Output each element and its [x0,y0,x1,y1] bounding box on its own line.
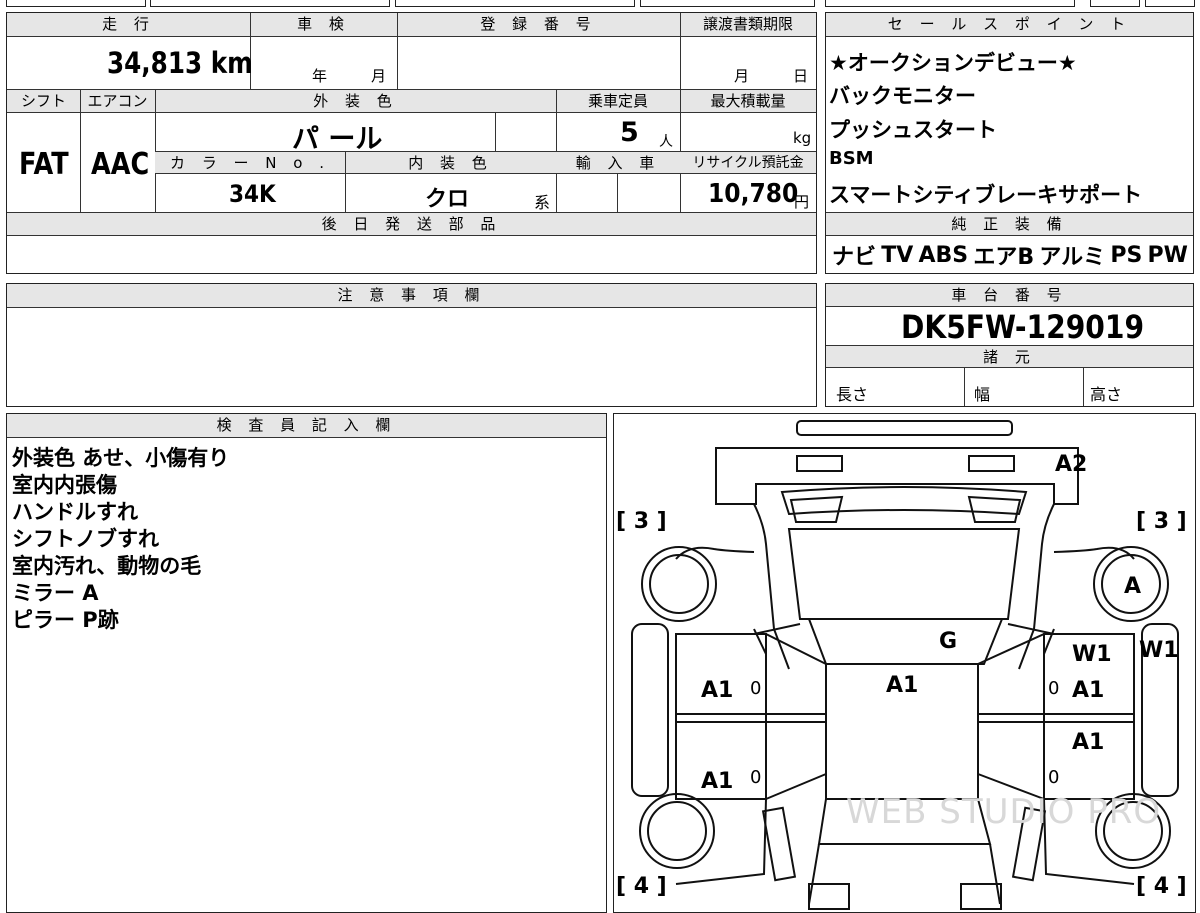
damage-mark-right-front-door: A1 [1072,678,1105,703]
damage-mark-roof: A1 [886,673,919,698]
damage-mark-front-bumper: A2 [1055,452,1088,477]
max-load-unit: kg [793,129,812,147]
damage-mark-right-front-door-upper: W1 [1072,642,1112,667]
max-load-header: 最大積載量 [680,90,816,113]
tire-tread-rear-right: [ 4 ] [1136,874,1187,899]
capacity-header: 乗車定員 [556,90,680,113]
equipment-item: ABS [918,242,969,268]
equipment-item: TV [881,242,914,268]
mileage-header: 走 行 [7,13,250,37]
caution-header: 注 意 事 項 欄 [7,284,816,308]
chassis-panel: 車 台 番 号 DK5FW-129019 諸 元 長さ 幅 高さ [825,283,1194,407]
shift-value: FAT [19,147,69,182]
inspector-notes-panel: 検 査 員 記 入 欄 外装色 あせ、小傷有り 室内内張傷 ハンドルすれ シフト… [6,413,607,913]
sales-point-item: スマートシティブレーキサポート [829,183,1143,207]
spec-length-label: 長さ [836,385,869,404]
shift-header: シフト [7,90,80,113]
inspector-note: シフトノブすれ [12,527,159,551]
sales-points-header: セ ー ル ス ポ イ ン ト [826,13,1193,37]
damage-mark-left-rear-door: A1 [701,769,734,794]
damage-mark-right-mirror: A [1124,574,1142,599]
zero-mark: 0 [750,767,762,788]
capacity-unit: 人 [659,134,673,150]
ac-header: エアコン [80,90,155,113]
import-header: 輸 入 車 [556,152,680,174]
inspector-note: ミラー A [12,581,99,605]
sales-point-item: BSM [829,148,874,169]
inspection-year-label: 年 [312,67,328,85]
inspector-header: 検 査 員 記 入 欄 [7,414,606,438]
tire-tread-rear-left: [ 4 ] [616,874,667,899]
recycle-value: 10,780 [708,179,799,209]
inspector-note: ハンドルすれ [12,500,138,524]
exterior-color-header: 外 装 色 [155,90,556,113]
caution-panel: 注 意 事 項 欄 [6,283,817,407]
inspection-month-label: 月 [371,67,387,85]
inspector-note: 室内汚れ、動物の毛 [12,554,202,578]
transfer-deadline-header: 譲渡書類期限 [680,13,816,37]
capacity-value: 5 [620,117,639,148]
recycle-header: リサイクル預託金 [680,152,816,174]
genuine-equipment-header: 純 正 装 備 [826,213,1193,236]
damage-mark-windshield: G [939,629,958,654]
interior-color-header: 内 装 色 [345,152,556,174]
equipment-item: ナビ [832,245,877,270]
color-no-value: 34K [229,180,276,208]
damage-mark-right-side-edge: W1 [1139,638,1179,663]
transfer-day-label: 日 [793,67,809,85]
watermark: WEB STUDIO PRO [846,792,1162,832]
recycle-unit: 円 [794,193,810,211]
equipment-item: エアB [973,245,1035,270]
chassis-number: DK5FW-129019 [901,308,1145,346]
color-no-header: カ ラ ー N o . [155,152,345,174]
ac-value: AAC [91,147,150,182]
car-diagram-panel: [ 3 ] [ 3 ] [ 4 ] [ 4 ] A2 A G W1 W1 A1 … [613,413,1196,913]
equipment-item: アルミ [1039,245,1106,270]
tire-tread-front-right: [ 3 ] [1136,509,1187,534]
specs-header: 諸 元 [826,346,1193,368]
equipment-item: PW [1147,242,1188,268]
later-parts-header: 後 日 発 送 部 品 [7,213,816,236]
sales-point-item: ★オークションデビュー★ [829,51,1077,75]
spec-width-label: 幅 [974,385,991,404]
interior-color-value: クロ [425,187,470,212]
mileage-value: 34,813 km [107,46,253,80]
transfer-month-label: 月 [734,67,750,85]
genuine-equipment-list: ナビ TV ABS エアB アルミ PS PW [832,238,1188,272]
tire-tread-front-left: [ 3 ] [616,509,667,534]
interior-color-suffix: 系 [534,193,551,212]
sales-point-item: バックモニター [829,84,976,108]
inspector-note: 室内内張傷 [12,473,117,497]
sales-points-panel: セ ー ル ス ポ イ ン ト ★オークションデビュー★ バックモニター プッシ… [825,12,1194,274]
zero-mark: 0 [750,678,762,699]
zero-mark: 0 [1048,767,1060,788]
damage-mark-right-rear-door: A1 [1072,730,1105,755]
vehicle-info-table: 走 行 車 検 登 録 番 号 譲渡書類期限 34,813 km 年 月 月 日… [6,12,817,274]
zero-mark: 0 [1048,678,1060,699]
spec-height-label: 高さ [1090,385,1123,404]
sales-point-item: プッシュスタート [829,118,997,142]
equipment-item: PS [1110,242,1143,268]
registration-header: 登 録 番 号 [397,13,680,37]
damage-mark-left-front-door: A1 [701,678,734,703]
chassis-header: 車 台 番 号 [826,284,1193,307]
inspector-note: ピラー P跡 [12,608,119,632]
inspector-note: 外装色 あせ、小傷有り [12,446,230,470]
inspection-header: 車 検 [250,13,397,37]
